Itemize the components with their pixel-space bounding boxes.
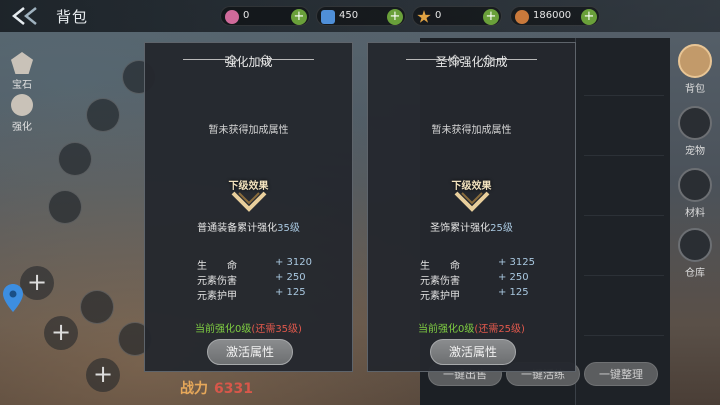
tab-pet[interactable]: 宠物 <box>675 106 715 157</box>
sort-all-button[interactable]: 一键整理 <box>584 362 658 386</box>
inventory-cell[interactable] <box>584 166 664 216</box>
empty-slot-plus[interactable]: + <box>20 266 54 300</box>
resource-value: 450 <box>339 10 359 21</box>
stat-name: 生 命 <box>197 261 237 272</box>
page-title: 背包 <box>56 8 89 26</box>
gem-icon <box>11 52 33 74</box>
no-bonus-text: 暂未获得加成属性 <box>431 125 512 136</box>
tab-gem[interactable]: 宝石 <box>4 52 40 91</box>
stat-name: 元素护甲 <box>197 291 237 302</box>
tab-label: 强化 <box>12 122 32 133</box>
resource-star: 0 + <box>412 6 502 26</box>
blue-crystal-icon <box>321 10 335 24</box>
back-arrow-icon <box>11 7 37 25</box>
stat-row: 元素护甲 + 125 <box>420 287 550 302</box>
top-bar: 背包 0 + 450 + 0 + 186000 + <box>0 0 720 32</box>
hammer-icon <box>11 94 33 116</box>
equip-slot[interactable] <box>86 98 120 132</box>
enhance-bonus-panel: 强化加成 暂未获得加成属性 下级效果 普通装备累计强化35级 生 命 + 3120… <box>144 42 353 372</box>
levels-needed: (还需25级) <box>474 324 525 335</box>
current-level: 当前强化0级 <box>418 324 475 335</box>
requirement-value: 25级 <box>490 223 513 234</box>
location-pin-icon[interactable] <box>2 283 24 313</box>
chevron-down-icon <box>231 191 267 212</box>
stat-row: 元素伤害 + 250 <box>420 272 550 287</box>
combat-power-label: 战力 <box>180 381 208 397</box>
stat-value: + 125 <box>498 287 529 298</box>
tab-label: 宝石 <box>12 80 32 91</box>
back-button[interactable] <box>8 4 44 28</box>
stat-name: 生 命 <box>420 261 460 272</box>
tab-label: 宠物 <box>685 146 705 157</box>
inventory-cell[interactable] <box>584 286 664 336</box>
tab-label: 仓库 <box>685 268 705 279</box>
resource-value: 0 <box>435 10 442 21</box>
tab-enhance[interactable]: 强化 <box>4 94 40 133</box>
add-crystal-button[interactable]: + <box>387 9 403 25</box>
stat-value: + 250 <box>498 272 529 283</box>
stat-value: + 3120 <box>275 257 313 268</box>
add-gem-button[interactable]: + <box>291 9 307 25</box>
warehouse-icon <box>678 228 712 262</box>
levels-needed: (还需35级) <box>251 324 302 335</box>
resource-crystal: 450 + <box>316 6 406 26</box>
pet-icon <box>678 106 712 140</box>
resource-value: 186000 <box>533 10 572 21</box>
empty-slot-plus[interactable]: + <box>44 316 78 350</box>
current-level-text: 当前强化0级(还需35级) <box>145 320 352 335</box>
inventory-grid <box>575 38 670 405</box>
stat-row: 元素护甲 + 125 <box>197 287 327 302</box>
add-star-button[interactable]: + <box>483 9 499 25</box>
stat-list: 生 命 + 3125 元素伤害 + 250 元素护甲 + 125 <box>420 257 550 302</box>
materials-icon <box>678 168 712 202</box>
inventory-cell[interactable] <box>584 106 664 156</box>
equip-slot[interactable] <box>58 142 92 176</box>
combat-power-value: 6331 <box>214 381 253 397</box>
chevron-down-icon <box>454 191 490 212</box>
resource-coin: 186000 + <box>510 6 600 26</box>
empty-slot-plus[interactable]: + <box>86 358 120 392</box>
stat-row: 生 命 + 3125 <box>420 257 550 272</box>
tab-label: 背包 <box>685 84 705 95</box>
stat-value: + 125 <box>275 287 306 298</box>
requirement-prefix: 普通装备累计强化 <box>197 223 278 234</box>
add-coin-button[interactable]: + <box>581 9 597 25</box>
inventory-cell[interactable] <box>584 46 664 96</box>
equip-slot[interactable] <box>48 190 82 224</box>
stat-name: 元素伤害 <box>197 276 237 287</box>
copper-coin-icon <box>515 10 529 24</box>
current-level-text: 当前强化0级(还需25级) <box>368 320 575 335</box>
requirement-prefix: 圣饰累计强化 <box>430 223 491 234</box>
activate-attributes-button[interactable]: 激活属性 <box>430 339 516 365</box>
gold-star-icon <box>417 10 431 23</box>
current-level: 当前强化0级 <box>195 324 252 335</box>
equip-slot[interactable] <box>80 290 114 324</box>
stat-row: 元素伤害 + 250 <box>197 272 327 287</box>
tab-warehouse[interactable]: 仓库 <box>675 228 715 279</box>
ornament-enhance-bonus-panel: 圣饰强化加成 暂未获得加成属性 下级效果 圣饰累计强化25级 生 命 + 3125… <box>367 42 576 372</box>
requirement-text: 圣饰累计强化25级 <box>368 219 575 234</box>
stat-name: 元素护甲 <box>420 291 460 302</box>
pink-gem-icon <box>225 10 239 24</box>
panel-title: 强化加成 <box>224 55 273 69</box>
requirement-text: 普通装备累计强化35级 <box>145 219 352 234</box>
resource-gem: 0 + <box>220 6 310 26</box>
no-bonus-text: 暂未获得加成属性 <box>208 125 289 136</box>
stat-value: + 250 <box>275 272 306 283</box>
activate-attributes-button[interactable]: 激活属性 <box>207 339 293 365</box>
stat-row: 生 命 + 3120 <box>197 257 327 272</box>
requirement-value: 35级 <box>277 223 300 234</box>
panel-title: 圣饰强化加成 <box>435 55 508 69</box>
inventory-cell[interactable] <box>584 226 664 276</box>
stat-value: + 3125 <box>498 257 536 268</box>
stat-name: 元素伤害 <box>420 276 460 287</box>
tab-backpack[interactable]: 背包 <box>675 44 715 95</box>
combat-power: 战力 6331 <box>180 378 253 398</box>
tab-label: 材料 <box>685 208 705 219</box>
tab-materials[interactable]: 材料 <box>675 168 715 219</box>
backpack-icon <box>678 44 712 78</box>
stat-list: 生 命 + 3120 元素伤害 + 250 元素护甲 + 125 <box>197 257 327 302</box>
resource-value: 0 <box>243 10 250 21</box>
